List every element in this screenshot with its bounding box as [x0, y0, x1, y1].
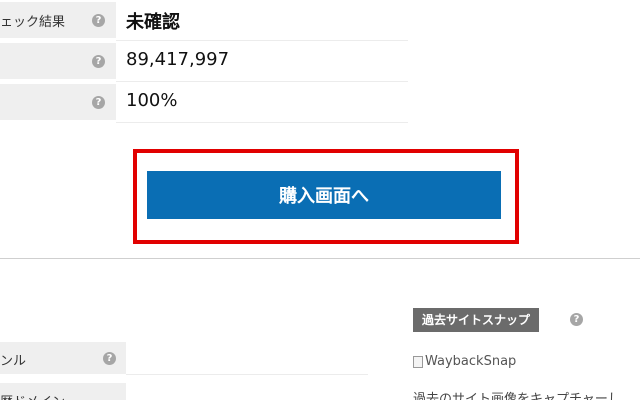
- row-divider: [116, 40, 408, 41]
- info-label-cell: ?: [0, 84, 116, 120]
- help-icon[interactable]: ?: [92, 55, 105, 68]
- broken-image-icon: [413, 355, 423, 368]
- snapshot-badge: 過去サイトスナップ: [413, 308, 540, 332]
- help-icon[interactable]: ?: [92, 14, 105, 27]
- lower-label-cell: 歴ドメイン: [0, 383, 126, 400]
- info-label-cell: ェック結果 ?: [0, 2, 116, 38]
- lower-label: 歴ドメイン: [0, 391, 65, 400]
- help-icon[interactable]: ?: [92, 96, 105, 109]
- wayback-snapshot-image[interactable]: WaybackSnap: [413, 354, 516, 369]
- lower-row-domain: 歴ドメイン: [0, 383, 368, 400]
- snapshot-description: 過去のサイト画像をキャプチャーし: [413, 392, 621, 400]
- lower-label: ンル: [0, 354, 27, 369]
- info-row-count: ? 89,417,997: [0, 43, 408, 82]
- info-row-percent: ? 100%: [0, 84, 408, 123]
- row-divider: [126, 374, 368, 375]
- info-row-check-result: ェック結果 ? 未確認: [0, 2, 408, 41]
- section-divider: [0, 258, 640, 259]
- info-label: ェック結果: [0, 15, 66, 30]
- snapshot-image-alt: WaybackSnap: [425, 354, 517, 369]
- lower-label-cell: ンル ?: [0, 342, 126, 374]
- info-value-percent: 100%: [126, 90, 178, 111]
- help-icon[interactable]: ?: [570, 313, 583, 326]
- help-icon[interactable]: ?: [103, 352, 116, 365]
- lower-row-genre: ンル ?: [0, 342, 368, 375]
- info-label-cell: ?: [0, 43, 116, 79]
- row-divider: [116, 122, 408, 123]
- row-divider: [116, 81, 408, 82]
- purchase-button[interactable]: 購入画面へ: [147, 171, 501, 219]
- info-value-count: 89,417,997: [126, 49, 230, 70]
- info-value-status: 未確認: [126, 12, 180, 33]
